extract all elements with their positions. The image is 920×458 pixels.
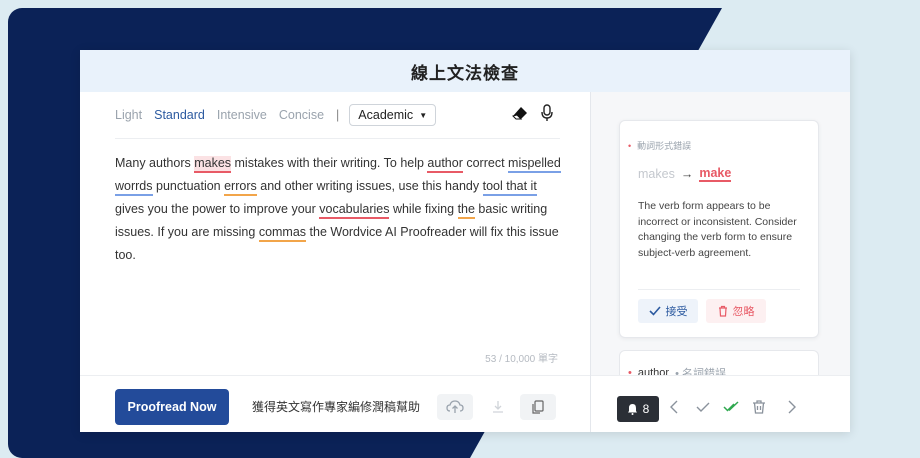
replacement-word[interactable]: make xyxy=(699,166,732,182)
page-title: 線上文法檢查 xyxy=(411,63,519,83)
ignore-button[interactable]: 忽略 xyxy=(706,299,766,323)
arrow-right-icon: → xyxy=(680,167,694,181)
expert-editing-link[interactable]: 獲得英文寫作專家編修潤稿幫助 xyxy=(252,398,420,415)
cloud-upload-icon xyxy=(446,400,464,413)
editor-text: gives you the power to improve your xyxy=(115,202,320,216)
chevron-right-icon[interactable] xyxy=(783,399,799,415)
check-icon xyxy=(648,306,661,316)
suggestion-nav-bar: 8 xyxy=(591,375,850,432)
card-divider xyxy=(638,289,800,290)
mode-selector: Light Standard Intensive Concise | Acade… xyxy=(115,104,437,126)
upload-button[interactable] xyxy=(437,394,473,420)
mode-standard[interactable]: Standard xyxy=(154,108,205,122)
download-icon xyxy=(493,401,503,413)
trash-icon xyxy=(718,305,727,317)
proofread-now-button[interactable]: Proofread Now xyxy=(115,389,229,425)
text-editor[interactable]: Many authors makes mistakes with their w… xyxy=(115,152,565,267)
error-dot-icon: • xyxy=(628,141,632,151)
flagged-text[interactable]: vocabularies xyxy=(319,202,390,219)
flagged-text[interactable]: makes xyxy=(194,156,232,173)
caret-down-icon: ▼ xyxy=(419,110,428,120)
chevron-left-icon[interactable] xyxy=(667,399,683,415)
editor-text: and other writing issues, use this handy xyxy=(256,179,483,193)
mode-light[interactable]: Light xyxy=(115,108,142,122)
editor-pane: Light Standard Intensive Concise | Acade… xyxy=(80,92,590,432)
editor-text: correct xyxy=(462,156,509,170)
microphone-icon[interactable] xyxy=(540,104,554,122)
bell-icon xyxy=(627,404,637,415)
copy-button[interactable] xyxy=(520,394,556,420)
ignore-label: 忽略 xyxy=(732,306,755,318)
editor-text: Many authors xyxy=(115,156,195,170)
issues-count: 8 xyxy=(642,402,650,416)
trash-icon[interactable] xyxy=(751,399,767,415)
eraser-icon[interactable] xyxy=(512,106,528,120)
accept-button[interactable]: 接受 xyxy=(638,299,698,323)
copy-icon xyxy=(532,400,544,414)
accept-check-icon[interactable] xyxy=(695,399,711,415)
proofreader-window: 線上文法檢查 Light Standard Intensive Concise … xyxy=(80,50,850,432)
issues-count-badge[interactable]: 8 xyxy=(617,396,659,422)
title-bar: 線上文法檢查 xyxy=(80,50,850,92)
suggestion-category: • 動詞形式錯誤 xyxy=(628,141,692,151)
mode-separator: | xyxy=(336,108,340,122)
flagged-text[interactable]: errors xyxy=(224,179,257,196)
accept-label: 接受 xyxy=(665,306,688,318)
flagged-text[interactable]: the xyxy=(457,202,475,219)
word-counter: 53 / 10,000 單字 xyxy=(485,354,558,365)
download-button[interactable] xyxy=(480,394,516,420)
toolbar-divider xyxy=(115,138,560,139)
style-dropdown-value: Academic xyxy=(358,108,414,122)
suggestions-panel: • 動詞形式錯誤 makes → make The verb form appea… xyxy=(590,92,850,432)
flagged-text[interactable]: tool that it xyxy=(482,179,537,196)
editor-text: mistakes with their writing. To help xyxy=(231,156,428,170)
suggestion-fix: makes → make xyxy=(638,166,732,182)
suggestion-card[interactable]: • 動詞形式錯誤 makes → make The verb form appea… xyxy=(619,120,819,338)
suggestion-description: The verb form appears to be incorrect or… xyxy=(638,200,797,259)
flagged-text[interactable]: commas xyxy=(258,225,307,242)
mode-intensive[interactable]: Intensive xyxy=(217,108,267,122)
editor-text: while fixing xyxy=(389,202,458,216)
editor-action-bar: Proofread Now 獲得英文寫作專家編修潤稿幫助 xyxy=(80,375,590,432)
flagged-text[interactable]: author xyxy=(427,156,463,173)
editor-text: punctuation xyxy=(152,179,225,193)
accept-all-icon[interactable] xyxy=(723,399,739,415)
style-dropdown[interactable]: Academic ▼ xyxy=(349,104,437,126)
original-word: makes xyxy=(638,167,675,181)
mode-concise[interactable]: Concise xyxy=(279,108,324,122)
